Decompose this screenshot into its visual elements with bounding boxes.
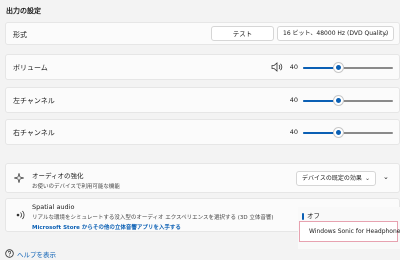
chevron-down-icon: ⌄ [382,30,388,37]
format-select[interactable]: 16 ビット、48000 Hz (DVD Quality) ⌄ [277,26,394,41]
volume-slider[interactable] [303,63,393,73]
format-label: 形式 [13,31,27,39]
enhance-audio-select[interactable]: デバイスの既定の効果 ⌄ [296,171,376,186]
right-channel-label: 右チャンネル [13,129,55,137]
volume-row: ボリューム 40 [5,54,400,80]
right-channel-row: 右チャンネル 40 [5,119,400,145]
store-link[interactable]: Microsoft Store からその他の立体音響アプリを入手する [32,223,274,231]
left-channel-slider[interactable] [303,96,393,106]
enhance-audio-select-value: デバイスの既定の効果 [302,175,362,182]
left-channel-label: 左チャンネル [13,97,55,105]
right-channel-value: 40 [289,128,298,136]
option-windows-sonic[interactable]: Windows Sonic for Headphones [299,221,400,242]
spatial-audio-title: Spatial audio [32,203,75,211]
left-channel-slider-thumb[interactable] [334,96,343,105]
left-channel-row: 左チャンネル 40 [5,87,400,113]
spatial-audio-description: リアルな環境をシミュレートする没入型のオーディオ エクスペリエンスを選択する (… [32,215,274,221]
speaker-icon[interactable] [271,62,283,72]
right-channel-slider[interactable] [303,128,393,138]
format-select-value: 16 ビット、48000 Hz (DVD Quality) [283,30,389,37]
expand-chevron-icon[interactable]: ⌄ [383,173,389,181]
spatial-audio-icon [16,210,25,220]
format-row: 形式 テスト 16 ビット、48000 Hz (DVD Quality) ⌄ [5,22,400,45]
help-icon [5,249,14,258]
enhance-audio-description: お使いのデバイスで利用可能な機能 [32,184,120,190]
help-link[interactable]: ヘルプを表示 [17,249,56,259]
volume-label: ボリューム [13,64,48,72]
volume-slider-thumb[interactable] [334,63,343,72]
section-title: 出力の設定 [6,7,41,15]
right-channel-slider-thumb[interactable] [334,128,343,137]
chevron-down-icon: ⌄ [364,175,370,182]
enhance-audio-title: オーディオの強化 [32,172,84,180]
test-button[interactable]: テスト [211,26,274,41]
sparkle-icon [14,173,24,183]
volume-value: 40 [289,63,298,71]
left-channel-value: 40 [289,96,298,104]
enhance-audio-row: オーディオの強化 お使いのデバイスで利用可能な機能 デバイスの既定の効果 ⌄ ⌄ [5,163,400,193]
